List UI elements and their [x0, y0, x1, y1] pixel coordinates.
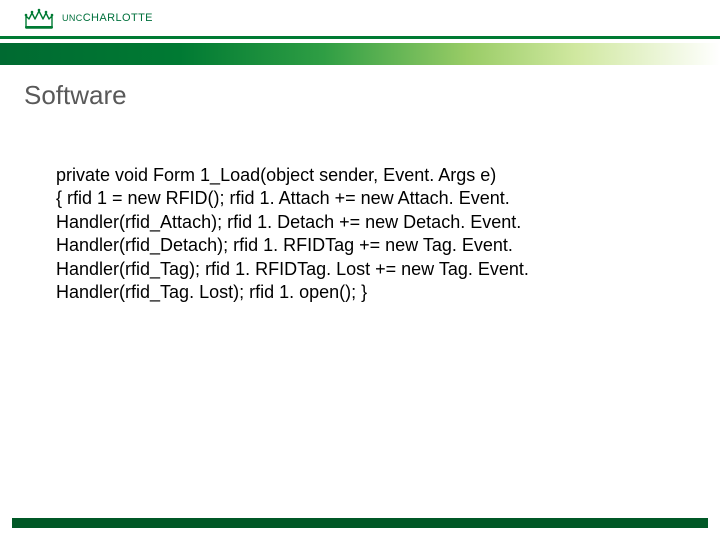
logo-text: UNC CHARLOTTE — [62, 12, 153, 24]
logo-unc: UNC — [62, 13, 83, 23]
gradient-bar — [0, 43, 720, 65]
header-divider — [0, 36, 720, 39]
slide-body: private void Form 1_Load(object sender, … — [56, 164, 660, 304]
uncc-logo: UNC CHARLOTTE — [22, 6, 153, 30]
code-signature: private void Form 1_Load(object sender, … — [56, 164, 660, 187]
logo-charlotte: CHARLOTTE — [83, 12, 153, 24]
crown-icon — [22, 6, 56, 30]
slide-title: Software — [24, 80, 127, 111]
code-body: { rfid 1 = new RFID(); rfid 1. Attach +=… — [56, 187, 660, 304]
header: UNC CHARLOTTE — [0, 0, 720, 44]
footer-bar — [12, 518, 708, 528]
